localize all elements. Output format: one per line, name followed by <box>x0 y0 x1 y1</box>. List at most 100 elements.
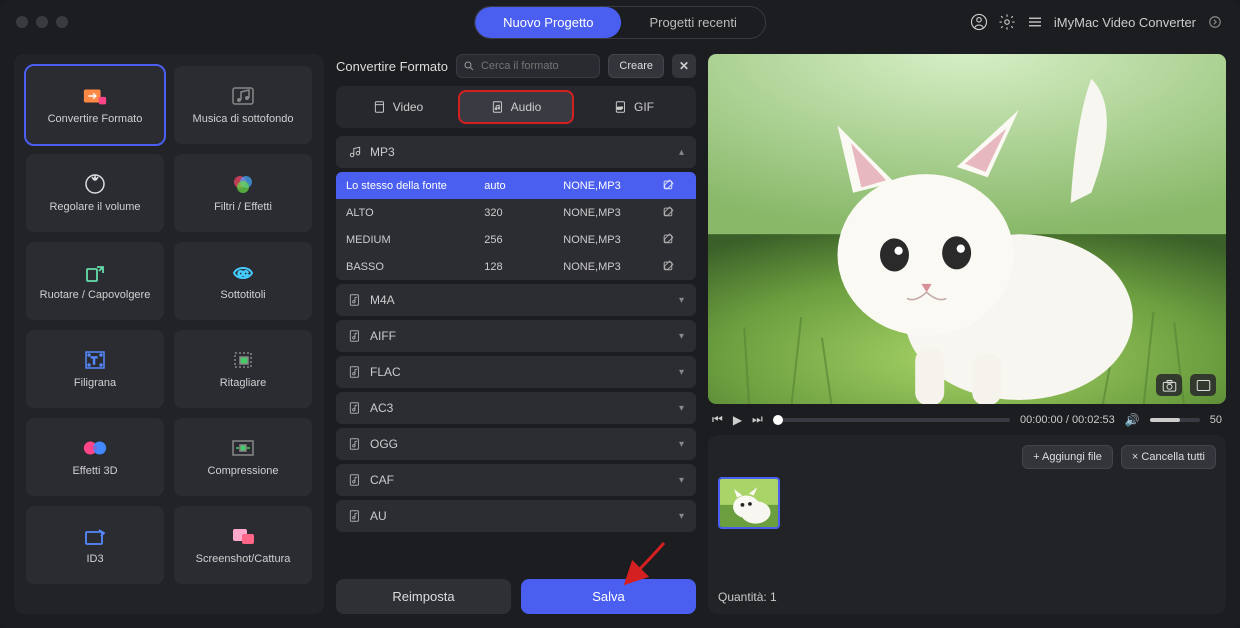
crop-icon <box>230 349 256 371</box>
preset-row[interactable]: MEDIUM256NONE,MP3 <box>336 226 696 253</box>
preset-bitrate: auto <box>484 180 563 192</box>
play-button[interactable]: ▶ <box>733 413 742 427</box>
tab-gif-label: GIF <box>634 100 654 114</box>
time-display: 00:00:00 / 00:02:53 <box>1020 414 1115 426</box>
subtitle-icon: CC <box>230 261 256 283</box>
tool-id3[interactable]: ID3 <box>26 506 164 584</box>
tool-label: Convertire Formato <box>48 113 143 125</box>
file-quantity: Quantità: 1 <box>718 590 1216 604</box>
edit-preset-icon[interactable] <box>662 260 686 273</box>
fullscreen-button[interactable] <box>1190 374 1216 396</box>
bgmusic-icon <box>230 85 256 107</box>
tool-screenshot[interactable]: Screenshot/Cattura <box>174 506 312 584</box>
panel-title: Convertire Formato <box>336 59 448 74</box>
titlebar: Nuovo Progetto Progetti recenti iMyMac V… <box>0 0 1240 44</box>
prev-button[interactable]: ⏮ <box>712 412 723 427</box>
preset-row[interactable]: ALTO320NONE,MP3 <box>336 199 696 226</box>
tab-video-label: Video <box>393 100 423 114</box>
tool-label: ID3 <box>86 553 103 565</box>
search-input[interactable] <box>456 54 600 78</box>
preset-name: ALTO <box>346 207 484 219</box>
preset-codec: NONE,MP3 <box>563 261 662 273</box>
save-button-label: Salva <box>592 589 625 604</box>
volume-slider[interactable] <box>1150 418 1200 422</box>
format-group-ac3[interactable]: AC3▾ <box>336 392 696 424</box>
tool-subtitle[interactable]: CCSottotitoli <box>174 242 312 320</box>
tab-audio[interactable]: Audio <box>460 92 572 122</box>
watermark-icon: T <box>82 349 108 371</box>
file-list-panel: + Aggiungi file × Cancella tutti Quantit… <box>708 435 1226 614</box>
volume-value: 50 <box>1210 414 1222 426</box>
app-name: iMyMac Video Converter <box>1054 15 1196 30</box>
expand-icon[interactable] <box>1206 13 1224 31</box>
tool-rotate[interactable]: Ruotare / Capovolgere <box>26 242 164 320</box>
tool-convert[interactable]: Convertire Formato <box>26 66 164 144</box>
rotate-icon <box>82 261 108 283</box>
tool-crop[interactable]: Ritagliare <box>174 330 312 408</box>
3d-icon <box>82 437 108 459</box>
tool-label: Filtri / Effetti <box>214 201 272 213</box>
video-preview <box>708 54 1226 404</box>
preset-codec: NONE,MP3 <box>563 180 662 192</box>
account-icon[interactable] <box>970 13 988 31</box>
format-group-au[interactable]: AU▾ <box>336 500 696 532</box>
menu-icon[interactable] <box>1026 13 1044 31</box>
tool-filters[interactable]: Filtri / Effetti <box>174 154 312 232</box>
format-group-m4a[interactable]: M4A▾ <box>336 284 696 316</box>
tab-video[interactable]: Video <box>342 92 454 122</box>
tool-compress[interactable]: Compressione <box>174 418 312 496</box>
tab-new-project[interactable]: Nuovo Progetto <box>475 7 621 38</box>
edit-preset-icon[interactable] <box>662 233 686 246</box>
tool-label: Filigrana <box>74 377 116 389</box>
tool-bgmusic[interactable]: Musica di sottofondo <box>174 66 312 144</box>
close-panel-button[interactable]: ✕ <box>672 54 696 78</box>
tab-audio-label: Audio <box>511 100 542 114</box>
edit-preset-icon[interactable] <box>662 206 686 219</box>
volume-icon <box>82 173 108 195</box>
preset-bitrate: 128 <box>484 261 563 273</box>
preset-bitrate: 320 <box>484 207 563 219</box>
format-group-flac[interactable]: FLAC▾ <box>336 356 696 388</box>
clear-all-button[interactable]: × Cancella tutti <box>1121 445 1216 469</box>
file-thumbnail[interactable] <box>718 477 780 529</box>
preset-name: MEDIUM <box>346 234 484 246</box>
edit-preset-icon[interactable] <box>662 179 686 192</box>
save-button[interactable]: Salva <box>521 579 696 614</box>
preset-row[interactable]: BASSO128NONE,MP3 <box>336 253 696 280</box>
preset-bitrate: 256 <box>484 234 563 246</box>
format-group-aiff[interactable]: AIFF▾ <box>336 320 696 352</box>
preset-row[interactable]: Lo stesso della fonteautoNONE,MP3 <box>336 172 696 199</box>
maximize-window[interactable] <box>56 16 68 28</box>
tool-volume[interactable]: Regolare il volume <box>26 154 164 232</box>
format-group-mp3[interactable]: MP3▴ <box>336 136 696 168</box>
search-icon <box>463 60 475 72</box>
tool-label: Effetti 3D <box>72 465 117 477</box>
project-tabs: Nuovo Progetto Progetti recenti <box>474 6 766 39</box>
window-controls <box>16 16 68 28</box>
mute-button[interactable]: 🔊 <box>1125 413 1140 427</box>
filters-icon <box>230 173 256 195</box>
snapshot-button[interactable] <box>1156 374 1182 396</box>
format-panel: Convertire Formato Creare ✕ Video Au <box>336 54 696 614</box>
format-group-ogg[interactable]: OGG▾ <box>336 428 696 460</box>
tab-gif[interactable]: GIF GIF <box>578 92 690 122</box>
id3-icon <box>82 525 108 547</box>
format-group-caf[interactable]: CAF▾ <box>336 464 696 496</box>
tab-recent-projects[interactable]: Progetti recenti <box>621 7 764 38</box>
tool-3d[interactable]: Effetti 3D <box>26 418 164 496</box>
tool-watermark[interactable]: T Filigrana <box>26 330 164 408</box>
seek-bar[interactable] <box>773 418 1010 422</box>
settings-icon[interactable] <box>998 13 1016 31</box>
add-file-button[interactable]: + Aggiungi file <box>1022 445 1113 469</box>
tool-label: Ruotare / Capovolgere <box>40 289 151 301</box>
preset-name: BASSO <box>346 261 484 273</box>
svg-text:T: T <box>91 356 97 367</box>
next-button[interactable]: ⏭ <box>752 412 763 427</box>
preset-codec: NONE,MP3 <box>563 234 662 246</box>
tool-sidebar: Convertire Formato Musica di sottofondoRe… <box>14 54 324 614</box>
close-window[interactable] <box>16 16 28 28</box>
minimize-window[interactable] <box>36 16 48 28</box>
tool-label: Ritagliare <box>220 377 266 389</box>
create-button[interactable]: Creare <box>608 54 664 78</box>
reset-button[interactable]: Reimposta <box>336 579 511 614</box>
